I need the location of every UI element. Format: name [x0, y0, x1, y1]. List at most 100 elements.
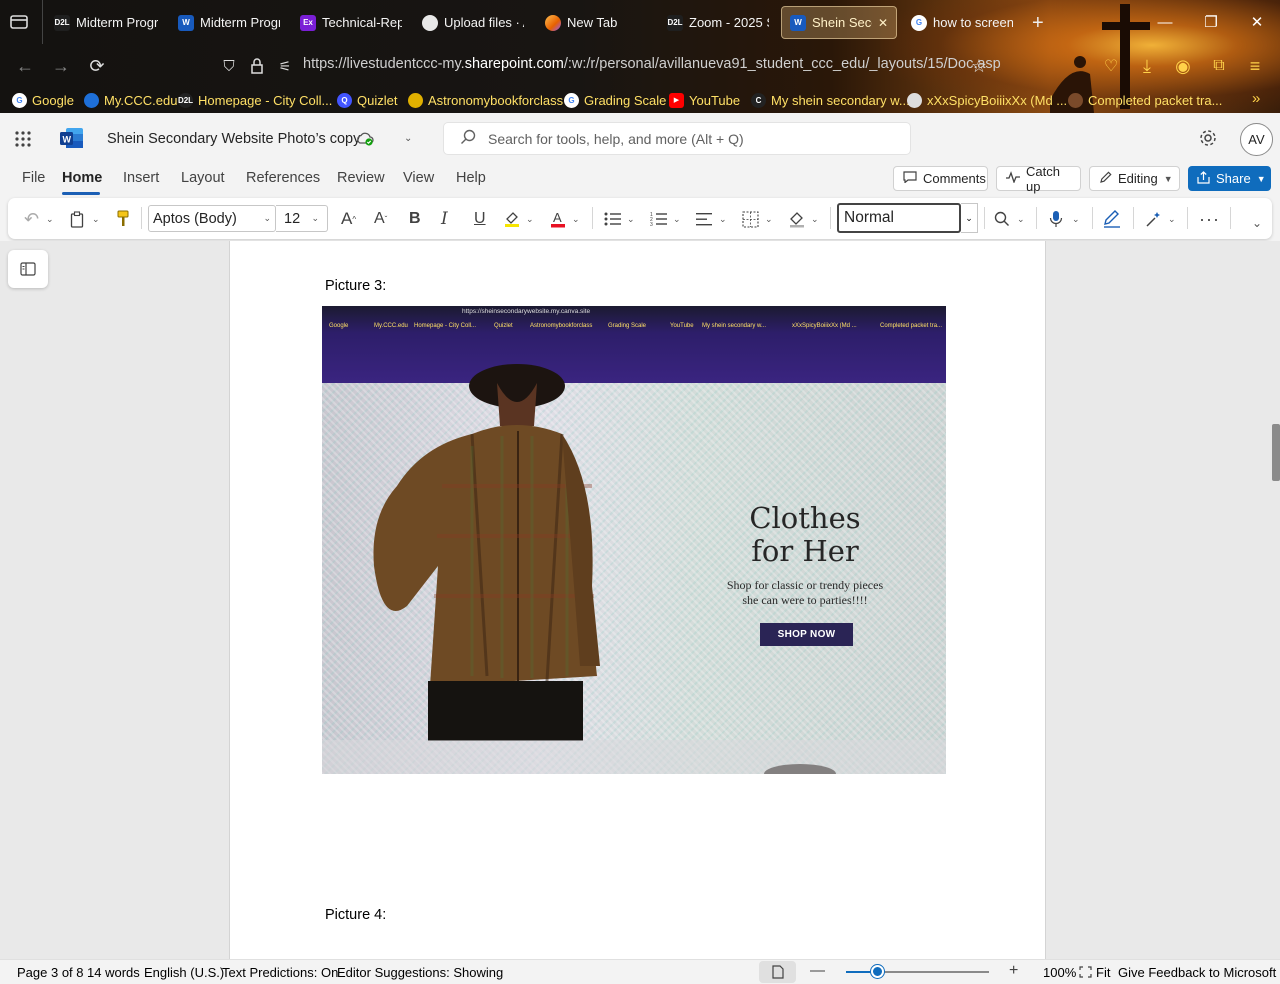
underline-icon[interactable]: U — [474, 210, 486, 228]
title-dropdown-icon[interactable]: ⌄ — [404, 133, 412, 144]
restore-button[interactable]: ❐ — [1196, 10, 1226, 34]
new-tab-button[interactable]: + — [1032, 12, 1044, 35]
fit-icon[interactable] — [1079, 966, 1092, 981]
bookmark-item[interactable]: xXxSpicyBoiiixXx (Md ... — [907, 88, 1067, 112]
more-options-icon[interactable]: ··· — [1199, 209, 1220, 229]
menu-tab-references[interactable]: References — [246, 170, 320, 186]
designer-dropdown-icon[interactable]: ⌄ — [1168, 210, 1176, 228]
numbering-dropdown-icon[interactable]: ⌄ — [673, 210, 681, 228]
bookmark-star-icon[interactable]: ☆ — [968, 55, 990, 77]
bold-icon[interactable]: B — [409, 210, 421, 228]
align-icon[interactable] — [696, 210, 713, 228]
fit-button[interactable]: Fit — [1096, 965, 1110, 980]
shield-icon[interactable]: ⛉ — [218, 55, 240, 77]
zoom-slider-knob[interactable] — [870, 965, 884, 978]
picture-4-label[interactable]: Picture 4: — [325, 907, 386, 923]
paste-clipboard-icon[interactable] — [70, 210, 84, 228]
undo-icon[interactable]: ↶ — [24, 209, 39, 229]
back-icon[interactable]: ← — [14, 55, 36, 77]
browser-tab[interactable]: Ghow to screen — [903, 6, 1021, 39]
dictate-microphone-icon[interactable] — [1049, 210, 1063, 228]
bookmark-item[interactable]: G Google — [12, 88, 74, 112]
menu-tab-insert[interactable]: Insert — [123, 170, 159, 186]
bookmark-item[interactable]: D2L Homepage - City Coll... — [178, 88, 332, 112]
numbering-icon[interactable]: 123 — [650, 210, 668, 228]
zoom-out-icon[interactable]: — — [810, 962, 825, 979]
editing-mode-button[interactable]: Editing ▼ — [1089, 166, 1180, 191]
align-dropdown-icon[interactable]: ⌄ — [719, 210, 727, 228]
page-view-button[interactable] — [759, 961, 796, 983]
settings-gear-icon[interactable] — [1198, 128, 1218, 151]
language-status[interactable]: English (U.S.) — [144, 965, 224, 980]
search-box[interactable]: Search for tools, help, and more (Alt + … — [443, 122, 911, 155]
reload-icon[interactable]: ⟳ — [86, 55, 108, 77]
saved-cloud-icon[interactable] — [356, 131, 374, 150]
lock-icon[interactable] — [246, 55, 268, 77]
share-button[interactable]: Share ▼ — [1188, 166, 1271, 191]
shrink-font-icon[interactable]: Aˇ — [374, 210, 387, 228]
catch-up-button[interactable]: Catch up — [996, 164, 1081, 194]
bookmark-item[interactable]: G Grading Scale — [564, 88, 666, 112]
editor-icon[interactable] — [1103, 210, 1121, 228]
styles-dropdown-icon[interactable]: ⌄ — [961, 203, 978, 233]
bookmark-item[interactable]: Astronomybookforclass — [408, 88, 563, 112]
page-count[interactable]: Page 3 of 8 — [17, 965, 84, 980]
close-window-button[interactable]: ✕ — [1242, 10, 1272, 34]
font-color-dropdown-icon[interactable]: ⌄ — [572, 210, 580, 228]
extensions-icon[interactable]: ⧉ — [1208, 55, 1230, 77]
bullets-dropdown-icon[interactable]: ⌄ — [627, 210, 635, 228]
downloads-icon[interactable]: ⤓ — [1136, 55, 1158, 77]
find-search-icon[interactable] — [994, 210, 1010, 228]
forward-icon[interactable]: → — [50, 55, 72, 77]
italic-icon[interactable]: I — [441, 209, 448, 229]
menu-icon[interactable]: ≡ — [1244, 55, 1266, 77]
shading-dropdown-icon[interactable]: ⌄ — [811, 210, 819, 228]
menu-tab-home[interactable]: Home — [62, 170, 102, 186]
browser-tab[interactable]: W Midterm Progr — [170, 6, 288, 39]
more-bookmarks-icon[interactable]: » — [1252, 90, 1260, 107]
find-dropdown-icon[interactable]: ⌄ — [1017, 210, 1025, 228]
browser-tab[interactable]: New Tab — [537, 6, 655, 39]
expand-ribbon-icon[interactable]: ⌄ — [1252, 214, 1262, 232]
browser-tab[interactable]: D2L Zoom - 2025 S — [659, 6, 777, 39]
account-icon[interactable]: ◉ — [1172, 55, 1194, 77]
highlight-dropdown-icon[interactable]: ⌄ — [526, 210, 534, 228]
bookmark-item[interactable]: C My shein secondary w... — [751, 88, 910, 112]
bookmark-item[interactable]: ▶ YouTube — [669, 88, 740, 112]
bookmark-item[interactable]: Completed packet tra... — [1068, 88, 1222, 112]
menu-tab-review[interactable]: Review — [337, 170, 385, 186]
menu-tab-layout[interactable]: Layout — [181, 170, 225, 186]
bullets-icon[interactable] — [604, 210, 622, 228]
tab-overview-icon[interactable] — [8, 13, 30, 31]
text-predictions-status[interactable]: Text Predictions: On — [222, 965, 338, 980]
word-logo-icon[interactable]: W — [60, 127, 84, 152]
borders-icon[interactable] — [742, 210, 759, 228]
highlight-icon[interactable] — [503, 210, 521, 228]
browser-tab[interactable]: Ex Technical-Repo — [292, 6, 410, 39]
menu-tab-view[interactable]: View — [403, 170, 434, 186]
browser-tab[interactable]: D2L Midterm Progr — [46, 6, 166, 39]
word-count[interactable]: 14 words — [87, 965, 140, 980]
app-launcher-icon[interactable] — [14, 130, 32, 151]
styles-select[interactable]: Normal — [837, 203, 961, 233]
grow-font-icon[interactable]: A ^ — [341, 209, 356, 228]
font-name-select[interactable]: Aptos (Body) ⌄ — [148, 205, 276, 232]
format-painter-icon[interactable] — [116, 210, 130, 228]
feedback-link[interactable]: Give Feedback to Microsoft — [1118, 965, 1276, 980]
document-title[interactable]: Shein Secondary Website Photo’s copy — [107, 131, 360, 147]
vertical-scrollbar-thumb[interactable] — [1272, 424, 1280, 481]
address-bar[interactable]: https://livestudentccc-my.sharepoint.com… — [303, 56, 1001, 72]
shading-icon[interactable] — [788, 210, 806, 228]
navigation-pane-button[interactable] — [8, 250, 48, 288]
undo-dropdown-icon[interactable]: ⌄ — [46, 210, 54, 228]
comments-button[interactable]: Comments — [893, 166, 988, 191]
designer-icon[interactable] — [1145, 210, 1163, 228]
font-color-icon[interactable]: A — [549, 210, 567, 228]
editor-suggestions-status[interactable]: Editor Suggestions: Showing — [337, 965, 503, 980]
permissions-icon[interactable]: ⚟ — [274, 55, 296, 77]
browser-tab[interactable]: W Shein Secon ✕ — [781, 6, 897, 39]
zoom-in-icon[interactable]: + — [1009, 962, 1018, 980]
zoom-level[interactable]: 100% — [1043, 965, 1076, 980]
embedded-photo[interactable]: https://sheinsecondarywebsite.my.canva.s… — [322, 306, 946, 774]
paste-dropdown-icon[interactable]: ⌄ — [92, 210, 100, 228]
